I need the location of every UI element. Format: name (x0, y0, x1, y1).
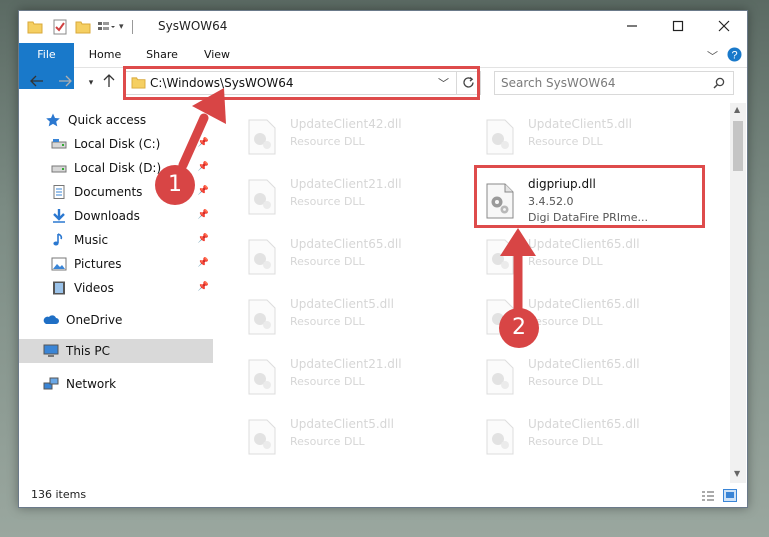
step-1-badge: 1 (155, 165, 195, 205)
arrow-1-head (192, 88, 226, 124)
step-2-badge: 2 (499, 308, 539, 348)
annotation-arrows (178, 88, 536, 315)
arrow-2-head (500, 228, 536, 256)
arrow-1-shaft (178, 113, 209, 170)
